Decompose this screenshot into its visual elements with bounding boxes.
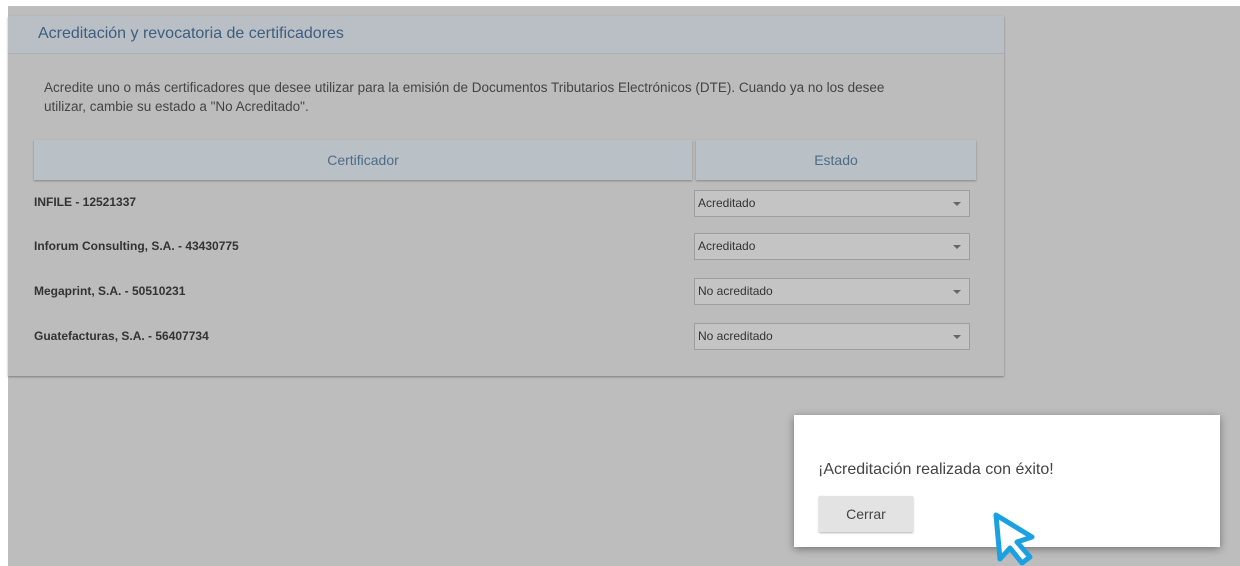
status-select-value: Acreditado: [698, 239, 756, 253]
status-select-value: No acreditado: [698, 284, 773, 298]
status-select[interactable]: Acreditado: [694, 190, 970, 217]
certifier-name: Guatefacturas, S.A. - 56407734: [34, 329, 209, 343]
status-select[interactable]: No acreditado: [694, 278, 970, 305]
certifier-name: Megaprint, S.A. - 50510231: [34, 284, 186, 298]
chevron-down-icon: [953, 202, 961, 206]
accreditation-panel: Acreditación y revocatoria de certificad…: [8, 16, 1004, 376]
status-select-value: Acreditado: [698, 196, 756, 210]
column-header-certificador: Certificador: [34, 140, 692, 180]
intro-line-2: utilizar, cambie su estado a "No Acredit…: [44, 99, 309, 114]
close-button[interactable]: Cerrar: [819, 496, 913, 532]
status-select-value: No acreditado: [698, 329, 773, 343]
column-header-estado: Estado: [696, 140, 976, 180]
status-select[interactable]: No acreditado: [694, 323, 970, 350]
certifier-name: INFILE - 12521337: [34, 195, 137, 209]
intro-line-1: Acredite uno o más certificadores que de…: [44, 80, 885, 95]
chevron-down-icon: [953, 290, 961, 294]
chevron-down-icon: [953, 335, 961, 339]
panel-title: Acreditación y revocatoria de certificad…: [8, 16, 1004, 54]
certifier-name: Inforum Consulting, S.A. - 43430775: [34, 239, 239, 253]
pointer-cursor-icon: [993, 512, 1035, 566]
status-select[interactable]: Acreditado: [694, 233, 970, 260]
chevron-down-icon: [953, 245, 961, 249]
success-message: ¡Acreditación realizada con éxito!: [818, 461, 1054, 478]
intro-text: Acredite uno o más certificadores que de…: [44, 78, 984, 116]
